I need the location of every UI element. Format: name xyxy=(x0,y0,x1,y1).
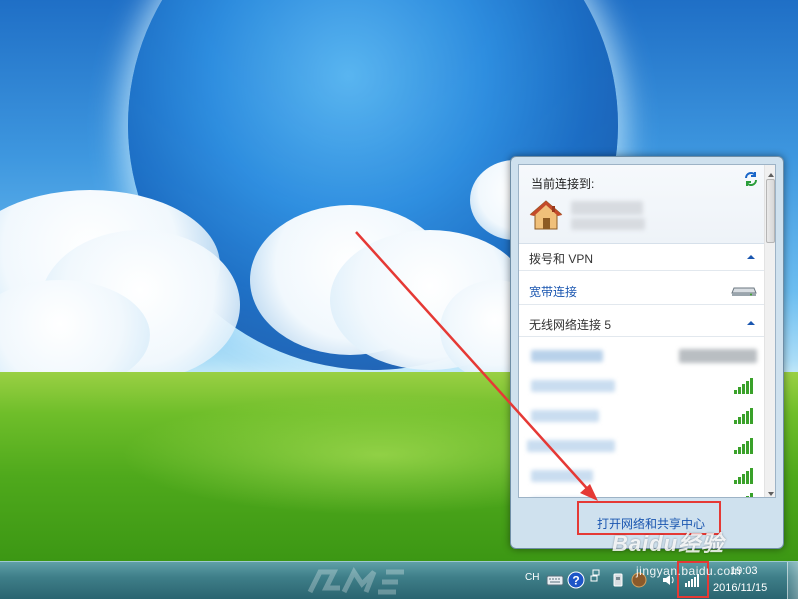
network-list-scrollbar[interactable] xyxy=(764,165,775,497)
wireless-network-row[interactable] xyxy=(519,401,764,431)
broadband-connection-row[interactable]: 宽带连接 xyxy=(519,275,764,305)
chevron-up-icon[interactable] xyxy=(745,251,757,263)
wireless-section-title: 无线网络连接 5 xyxy=(529,318,612,332)
clock-date[interactable]: 2016/11/15 xyxy=(713,582,767,594)
network-status-blurred xyxy=(679,349,757,363)
network-name-blurred xyxy=(527,440,615,452)
keyboard-icon[interactable] xyxy=(546,571,564,589)
wireless-network-row[interactable] xyxy=(519,341,764,371)
show-desktop-button[interactable] xyxy=(787,562,798,599)
scroll-up-arrow-icon[interactable] xyxy=(767,168,775,177)
wireless-network-row[interactable] xyxy=(519,371,764,401)
scroll-down-arrow-icon[interactable] xyxy=(767,487,775,496)
wifi-signal-icon xyxy=(733,437,755,455)
current-connection-label: 当前连接到: xyxy=(531,177,595,191)
network-list-panel: 当前连接到: 拨号和 VPN 宽带连接 无线网络连接 5 xyxy=(518,164,776,498)
mini-window-icon[interactable] xyxy=(590,568,608,586)
wifi-signal-icon xyxy=(733,407,755,425)
house-icon xyxy=(529,199,563,231)
taskbar-logo xyxy=(300,566,520,596)
scroll-thumb[interactable] xyxy=(766,179,775,243)
network-name-blurred xyxy=(531,350,603,362)
dialup-vpn-section-header[interactable]: 拨号和 VPN xyxy=(519,243,764,271)
usb-device-icon[interactable] xyxy=(610,571,628,589)
chevron-up-icon[interactable] xyxy=(745,317,757,329)
current-connection-section: 当前连接到: xyxy=(519,165,764,244)
help-icon[interactable]: ? xyxy=(567,571,585,589)
network-name-blurred xyxy=(531,410,599,422)
language-indicator[interactable]: CH xyxy=(525,572,539,583)
wifi-signal-icon xyxy=(733,492,755,497)
connected-network-status-blurred xyxy=(571,218,645,230)
wifi-signal-icon xyxy=(733,467,755,485)
baidu-watermark: Baidu经验 xyxy=(612,531,725,556)
network-name-blurred xyxy=(531,380,615,392)
baidu-watermark-url: jingyan.baidu.com xyxy=(636,564,742,578)
wireless-network-row[interactable] xyxy=(519,461,764,491)
wireless-section-header[interactable]: 无线网络连接 5 xyxy=(519,309,764,337)
wifi-signal-icon xyxy=(733,377,755,395)
dialup-vpn-title: 拨号和 VPN xyxy=(529,252,594,266)
modem-icon xyxy=(731,284,757,298)
broadband-connection-link[interactable]: 宽带连接 xyxy=(529,283,577,300)
network-flyout: 当前连接到: 拨号和 VPN 宽带连接 无线网络连接 5 打开网络和共享中心 xyxy=(510,156,784,549)
svg-text:?: ? xyxy=(572,574,579,588)
connected-network-name-blurred xyxy=(571,201,643,215)
refresh-icon[interactable] xyxy=(743,171,759,187)
wireless-network-row[interactable] xyxy=(519,491,764,497)
wireless-network-row[interactable] xyxy=(519,431,764,461)
network-name-blurred xyxy=(531,470,593,482)
